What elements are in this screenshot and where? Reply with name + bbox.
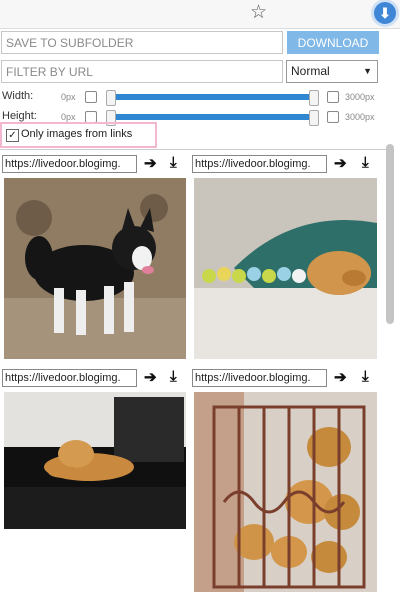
width-max-handle[interactable] xyxy=(309,90,319,106)
download-image-icon[interactable]: ⤓ xyxy=(362,369,369,385)
image-url-field[interactable]: https://livedoor.blogimg. xyxy=(2,369,137,387)
image-url-field[interactable]: https://livedoor.blogimg. xyxy=(192,155,327,173)
width-max-checkbox[interactable] xyxy=(327,91,339,103)
filter-mode-select[interactable]: Normal ▼ xyxy=(286,60,378,83)
divider xyxy=(0,149,390,150)
width-max-label: 3000px xyxy=(345,92,375,102)
width-min-handle[interactable] xyxy=(106,90,116,106)
filter-url-input[interactable] xyxy=(1,60,283,83)
extension-popup: DOWNLOAD Normal ▼ Width: 0px 3000px Heig… xyxy=(0,28,400,594)
height-slider-track xyxy=(106,114,317,120)
width-slider-track xyxy=(106,94,317,100)
filter-mode-value: Normal xyxy=(291,64,330,78)
image-url-field[interactable]: https://livedoor.blogimg. xyxy=(192,369,327,387)
open-link-arrow-icon[interactable]: ➔ xyxy=(334,370,347,386)
only-links-option[interactable]: ✓ Only images from links xyxy=(0,122,157,148)
download-image-icon[interactable]: ⤓ xyxy=(362,155,369,171)
width-min-label: 0px xyxy=(61,92,76,102)
subfolder-input[interactable] xyxy=(1,31,283,54)
open-link-arrow-icon[interactable]: ➔ xyxy=(144,156,157,172)
image-url-field[interactable]: https://livedoor.blogimg. xyxy=(2,155,137,173)
height-max-handle[interactable] xyxy=(309,110,319,126)
download-extension-icon[interactable]: ⬇ xyxy=(374,2,396,24)
image-thumbnail-floor-dog[interactable] xyxy=(4,392,186,529)
scrollbar[interactable] xyxy=(386,144,394,324)
height-label: Height: xyxy=(2,110,37,122)
chevron-down-icon: ▼ xyxy=(363,66,372,76)
image-thumbnail-gate-puppies[interactable] xyxy=(194,392,377,592)
image-thumbnail-husky[interactable] xyxy=(4,178,186,359)
only-links-checkbox[interactable]: ✓ xyxy=(6,129,19,142)
star-icon[interactable]: ☆ xyxy=(250,3,267,23)
download-image-icon[interactable]: ⤓ xyxy=(170,369,177,385)
height-max-label: 3000px xyxy=(345,112,375,122)
download-image-icon[interactable]: ⤓ xyxy=(170,155,177,171)
open-link-arrow-icon[interactable]: ➔ xyxy=(144,370,157,386)
browser-toolbar: ☆ ⬇ xyxy=(0,0,400,28)
open-link-arrow-icon[interactable]: ➔ xyxy=(334,156,347,172)
height-max-checkbox[interactable] xyxy=(327,111,339,123)
width-label: Width: xyxy=(2,90,34,102)
only-links-label: Only images from links xyxy=(21,128,133,140)
height-min-label: 0px xyxy=(61,112,76,122)
width-min-checkbox[interactable] xyxy=(85,91,97,103)
image-thumbnail-blanket-dog[interactable] xyxy=(194,178,377,359)
download-button[interactable]: DOWNLOAD xyxy=(287,31,379,54)
